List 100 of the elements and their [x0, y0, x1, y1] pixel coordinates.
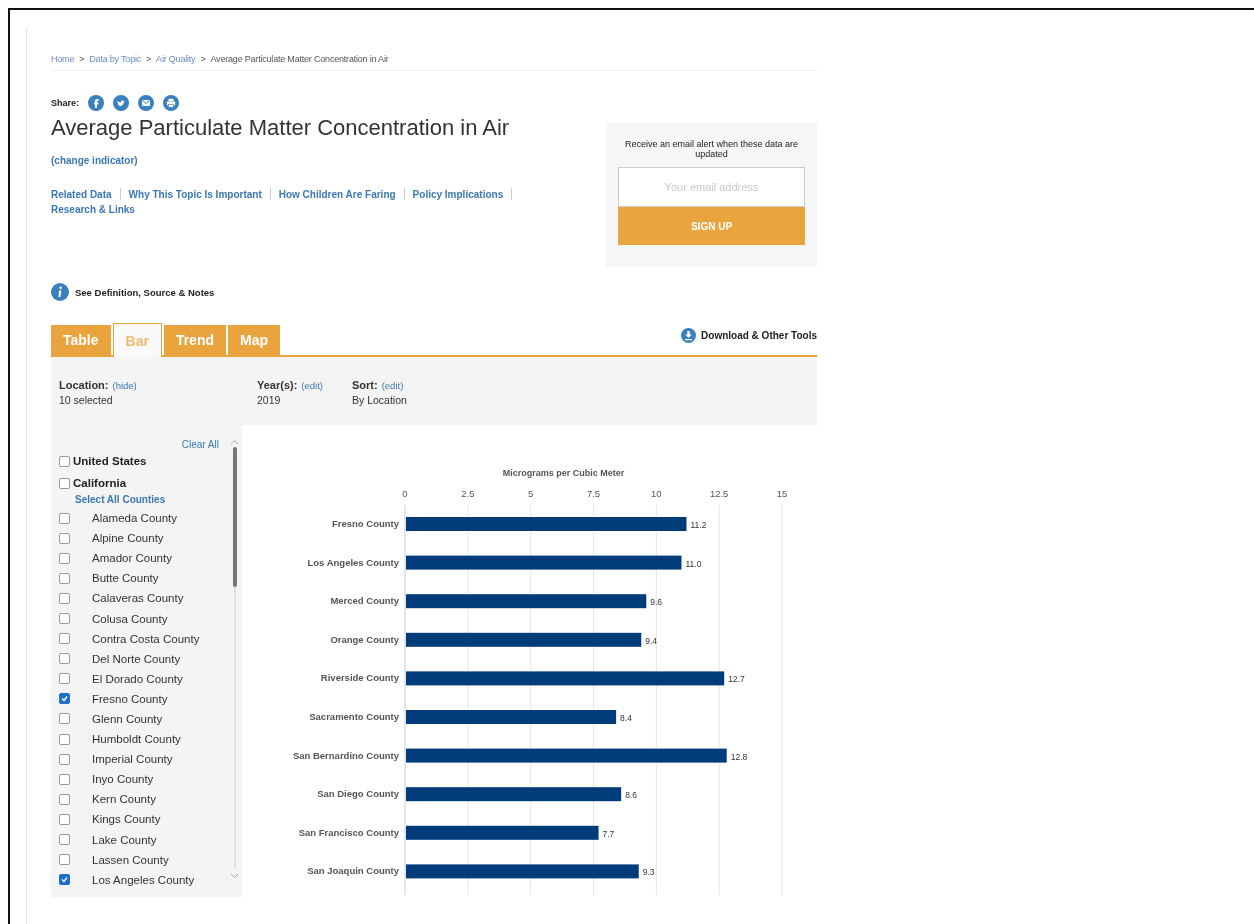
county-label: Humboldt County	[92, 733, 181, 746]
tick-label: 12.5	[709, 488, 729, 499]
county-label: Kern County	[92, 793, 156, 806]
county-label: Calaveras County	[92, 592, 184, 605]
filter-value: By Location	[352, 394, 408, 406]
county-label: Inyo County	[92, 773, 154, 786]
scroll-up-icon[interactable]	[230, 439, 239, 445]
checkbox[interactable]	[59, 455, 70, 467]
checkbox[interactable]	[59, 512, 70, 524]
value-label: 8.6	[625, 790, 637, 801]
checkbox[interactable]	[59, 834, 70, 846]
category-label: San Bernardino County	[292, 749, 399, 761]
county-label: Colusa County	[92, 612, 168, 625]
select-all-link[interactable]: Select All Counties	[75, 494, 227, 508]
page-title: Average Particulate Matter Concentration in Air	[51, 115, 511, 141]
facebook-icon[interactable]	[88, 95, 104, 111]
twitter-icon[interactable]	[113, 95, 129, 111]
filter-label: Year(s):	[257, 379, 298, 391]
tick-label: 0	[402, 488, 408, 499]
download-label: Download & Other Tools	[701, 329, 817, 341]
category-label: Orange County	[330, 633, 399, 645]
filter-label: Sort:	[352, 379, 378, 391]
checkbox[interactable]	[59, 613, 70, 624]
breadcrumb-current: Average Particulate Matter Concentration in Air	[210, 54, 389, 64]
value-label: 9.4	[645, 635, 658, 646]
checkbox[interactable]	[59, 633, 70, 645]
checkbox[interactable]	[59, 693, 70, 705]
checkbox[interactable]	[59, 673, 70, 685]
category-label: Riverside County	[320, 672, 399, 684]
county-label: Del Norte County	[92, 652, 181, 665]
scrollbar-thumb[interactable]	[232, 447, 237, 587]
checkbox[interactable]	[59, 532, 70, 544]
alert-text: Receive an email alert when these data are updated	[623, 139, 800, 159]
filter-label: Location:	[59, 379, 109, 391]
category-label: San Francisco County	[298, 826, 399, 838]
checkbox[interactable]	[59, 793, 70, 805]
checkbox[interactable]	[59, 477, 70, 489]
checkbox[interactable]	[59, 813, 70, 825]
definition-link[interactable]: See Definition, Source & Notes	[75, 286, 215, 298]
filter-action-link[interactable]: (edit)	[381, 380, 404, 391]
value-label: 12.7	[728, 674, 745, 685]
county-label: El Dorado County	[92, 672, 183, 685]
tick-label: 15	[776, 488, 788, 499]
info-icon	[51, 283, 69, 301]
category-label: Merced County	[330, 595, 399, 607]
download-icon	[681, 327, 697, 343]
topic-link[interactable]: Why This Topic Is Important	[128, 188, 262, 200]
checkbox[interactable]	[59, 592, 70, 604]
filter-action-link[interactable]: (hide)	[112, 380, 137, 391]
value-label: 12.8	[730, 751, 748, 762]
change-indicator-link[interactable]: (change indicator)	[51, 155, 551, 166]
category-label: Sacramento County	[309, 711, 399, 722]
location-label: California	[73, 477, 127, 489]
filter-action-link[interactable]: (edit)	[301, 380, 323, 391]
breadcrumb-link[interactable]: Air Quality	[156, 54, 196, 64]
email-icon[interactable]	[138, 95, 154, 111]
county-label: Amador County	[92, 552, 172, 565]
topic-link[interactable]: How Children Are Faring	[278, 188, 396, 200]
scroll-down-icon[interactable]	[230, 873, 239, 879]
clear-all-link[interactable]: Clear All	[181, 439, 219, 450]
checkbox[interactable]	[59, 572, 70, 584]
tick-label: 10	[651, 488, 662, 499]
value-label: 11.0	[685, 558, 702, 569]
breadcrumb-separator: >	[146, 54, 152, 64]
county-label: Contra Costa County	[92, 632, 200, 645]
checkbox[interactable]	[59, 874, 70, 886]
checkbox[interactable]	[59, 713, 70, 725]
breadcrumb-separator: >	[79, 54, 85, 64]
category-label: San Diego County	[317, 788, 399, 800]
tick-label: 7.5	[586, 488, 601, 499]
checkbox[interactable]	[59, 854, 70, 866]
county-label: Fresno County	[92, 692, 168, 705]
county-label: Kings County	[92, 813, 161, 826]
breadcrumb-link[interactable]: Data by Topic	[89, 54, 142, 64]
topic-link[interactable]: Policy Implications	[412, 188, 504, 200]
checkbox[interactable]	[59, 733, 70, 745]
county-label: Glenn County	[92, 713, 163, 725]
share-label: Share:	[51, 98, 79, 108]
category-label: San Joaquin County	[307, 865, 399, 877]
value-label: 9.3	[642, 867, 655, 878]
printer-icon[interactable]	[163, 95, 179, 111]
county-label: Butte County	[92, 572, 159, 585]
category-label: Fresno County	[331, 518, 399, 529]
breadcrumb-separator: >	[200, 54, 206, 64]
checkbox[interactable]	[59, 753, 70, 765]
county-label: Lake County	[92, 833, 157, 846]
checkbox[interactable]	[59, 552, 70, 564]
tick-label: 2.5	[461, 488, 475, 499]
download-link[interactable]: Download & Other Tools	[681, 327, 817, 343]
tick-label: 5	[528, 488, 534, 499]
category-label: Los Angeles County	[307, 556, 399, 568]
county-label: Alameda County	[92, 512, 178, 525]
topic-link[interactable]: Research & Links	[51, 204, 135, 215]
topic-link[interactable]: Related Data	[51, 188, 112, 200]
county-label: Alpine County	[92, 532, 164, 545]
value-label: 7.7	[602, 828, 615, 839]
filter-value: 10 selected	[59, 394, 114, 406]
checkbox[interactable]	[59, 653, 70, 665]
checkbox[interactable]	[59, 773, 70, 785]
breadcrumb-link[interactable]: Home	[51, 54, 75, 64]
